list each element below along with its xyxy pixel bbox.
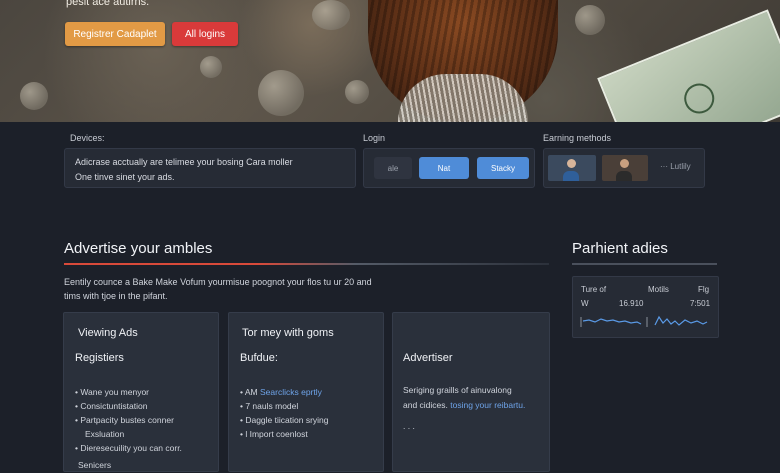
coin-image — [200, 56, 222, 78]
video-thumbnail[interactable] — [602, 155, 648, 181]
side-title: Parhient adies — [572, 240, 668, 257]
coin-image — [345, 80, 369, 104]
table-cell: W — [581, 299, 589, 308]
login-option-nat[interactable]: Nat — [419, 157, 469, 179]
sparkline-left — [582, 318, 642, 325]
coin-image — [575, 5, 605, 35]
intro-text: Eentily counce a Bake Make Vofum yourmis… — [64, 277, 372, 301]
register-button[interactable]: Registrer Cadaplet — [65, 22, 165, 46]
column-header: Motils — [648, 285, 669, 294]
hero-animal-image — [368, 0, 558, 122]
list-item: 7 nauls model — [240, 399, 329, 413]
devices-panel: Adicrase acctually are telimee your bosi… — [64, 148, 356, 188]
card-title: Viewing Ads — [78, 327, 138, 339]
devices-line-1: Adicrase acctually are telimee your bosi… — [75, 157, 293, 167]
login-label: Login — [363, 133, 386, 143]
sparkline-chart — [580, 315, 708, 327]
list-item: AM Searclicks eprtly — [240, 385, 329, 399]
earning-methods-label: Earning methods — [543, 133, 612, 143]
devices-line-2: One tinve sinet your ads. — [75, 172, 175, 182]
coin-image — [20, 82, 48, 110]
card-footer: Senicers — [78, 460, 112, 470]
card-viewing-ads: Viewing Ads Registiers Wane you menyor C… — [63, 312, 219, 472]
coin-image — [258, 70, 304, 116]
advertiser-link[interactable]: tosing your reibartu. — [450, 400, 525, 410]
list-item: Dieresecuility you can corr. — [75, 441, 182, 455]
list-item: Wane you menyor — [75, 385, 182, 399]
ellipsis: . . . — [403, 421, 415, 431]
card-money-with-goms: Tor mey with goms Bufdue: AM Searclicks … — [228, 312, 384, 472]
card-subtitle: Bufdue: — [240, 352, 278, 364]
list-item: l Import coenlost — [240, 427, 329, 441]
dollar-bill-image — [597, 9, 780, 122]
login-panel: ale Nat Stacky — [363, 148, 535, 188]
login-option-stacky[interactable]: Stacky — [477, 157, 529, 179]
login-option-ale[interactable]: ale — [374, 157, 412, 179]
earning-methods-panel: ··· Lutlily — [543, 148, 705, 188]
stats-table: Ture of Motils Flg W 16.910 7:501 — [572, 276, 719, 338]
bullet-list: AM Searclicks eprtly 7 nauls model Daggl… — [240, 385, 329, 441]
advertiser-line-1: Seriging graills of ainuvalong — [403, 385, 512, 395]
all-logins-button[interactable]: All logins — [172, 22, 238, 46]
video-thumbnail[interactable] — [548, 155, 596, 181]
list-item: Daggle tiication srying — [240, 413, 328, 427]
sparkline-right — [654, 315, 708, 326]
bullet-list: Wane you menyor Consictuntistation Partp… — [75, 385, 182, 455]
title-divider — [64, 263, 549, 265]
column-header: Ture of — [581, 285, 607, 294]
table-cell: 16.910 — [619, 299, 644, 308]
list-item: Partpacity bustes conner — [75, 413, 182, 427]
card-subtitle: Registiers — [75, 352, 124, 364]
devices-label: Devices: — [70, 133, 105, 143]
coin-image — [312, 0, 350, 30]
hero-caption: peslt ace autirns. — [66, 0, 150, 8]
card-advertiser: Advertiser Seriging graills of ainuvalon… — [392, 312, 550, 472]
page-title: Advertise your ambles — [64, 240, 213, 257]
side-divider — [572, 263, 717, 265]
column-header: Flg — [698, 285, 710, 294]
list-item: Exsluation — [85, 429, 125, 439]
searclicks-link[interactable]: Searclicks eprtly — [260, 387, 322, 397]
more-methods-link[interactable]: ··· Lutlily — [660, 162, 691, 171]
card-title: Advertiser — [403, 352, 453, 364]
list-item: Consictuntistation — [75, 399, 182, 413]
advertiser-line-2: and cidices. tosing your reibartu. — [403, 400, 526, 410]
card-title: Tor mey with goms — [242, 327, 334, 339]
table-cell: 7:501 — [690, 299, 711, 308]
hero-banner: peslt ace autirns. Registrer Cadaplet Al… — [0, 0, 780, 122]
